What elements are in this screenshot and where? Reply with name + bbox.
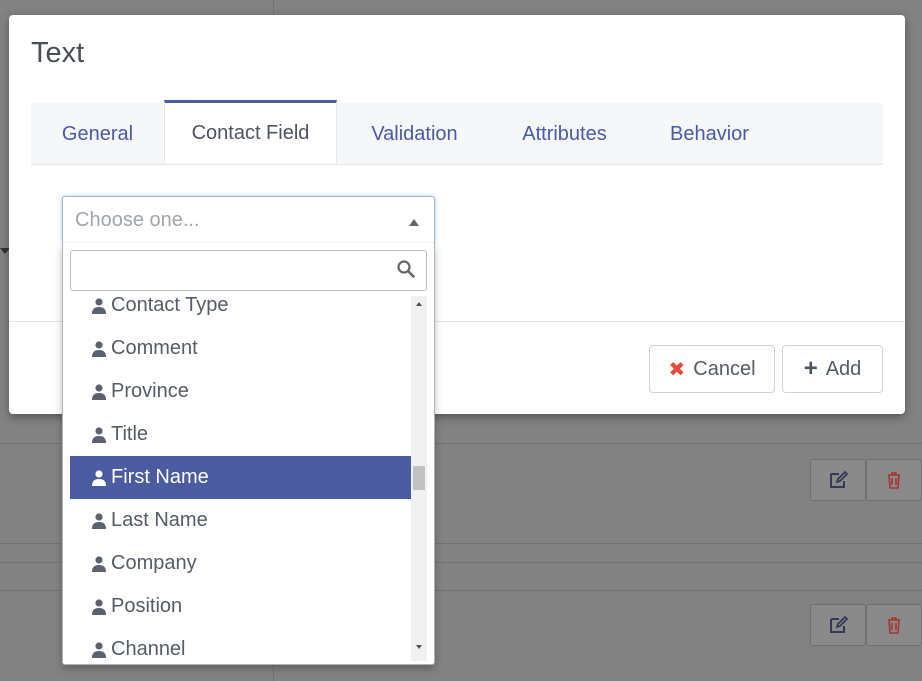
cancel-button-label: Cancel: [693, 357, 756, 380]
option-position[interactable]: Position: [70, 585, 411, 628]
caret-up-icon: [409, 219, 419, 226]
tab-bar: General Contact Field Validation Attribu…: [31, 100, 883, 165]
option-contact-type[interactable]: Contact Type: [70, 296, 411, 327]
option-last-name[interactable]: Last Name: [70, 499, 411, 542]
edit-icon: [830, 470, 848, 488]
add-button-label: Add: [825, 357, 862, 380]
user-icon: [92, 340, 106, 357]
option-label: Company: [111, 552, 197, 574]
user-icon: [92, 641, 106, 658]
user-icon: [92, 426, 106, 443]
edit-icon: [830, 615, 848, 633]
dropdown-search-input[interactable]: [70, 250, 427, 291]
option-company[interactable]: Company: [70, 542, 411, 585]
option-label: Province: [111, 380, 189, 402]
row-edit-button[interactable]: [810, 604, 866, 646]
add-button[interactable]: + Add: [782, 345, 883, 393]
search-icon: [397, 260, 415, 278]
tab-validation[interactable]: Validation: [337, 103, 492, 165]
row-delete-button[interactable]: [866, 459, 922, 501]
tab-attributes[interactable]: Attributes: [492, 103, 637, 165]
cancel-button[interactable]: ✖ Cancel: [649, 345, 775, 393]
user-icon: [92, 512, 106, 529]
tab-behavior[interactable]: Behavior: [637, 103, 782, 165]
scroll-down-icon[interactable]: [416, 645, 422, 649]
options-list: Contact Type Comment Province Title Firs…: [70, 296, 411, 661]
select-placeholder: Choose one...: [75, 208, 200, 231]
trash-icon: [888, 617, 900, 634]
user-icon: [92, 383, 106, 400]
scroll-up-icon[interactable]: [416, 302, 422, 306]
option-label: Last Name: [111, 509, 208, 531]
user-icon: [92, 555, 106, 572]
contact-field-select[interactable]: Choose one...: [62, 196, 435, 244]
modal-title: Text: [31, 37, 85, 69]
scroll-thumb[interactable]: [413, 466, 425, 490]
tab-general[interactable]: General: [31, 103, 164, 165]
option-label: Title: [111, 423, 149, 445]
option-title[interactable]: Title: [70, 413, 411, 456]
row-edit-button[interactable]: [810, 459, 866, 501]
option-label: Channel: [111, 638, 186, 660]
option-label: Comment: [111, 337, 198, 359]
option-first-name[interactable]: First Name: [70, 456, 411, 499]
dropdown-scrollbar[interactable]: [411, 296, 427, 661]
plus-icon: +: [803, 355, 818, 382]
tab-contact-field[interactable]: Contact Field: [164, 100, 337, 163]
user-icon: [92, 469, 106, 486]
option-label: Position: [111, 595, 183, 617]
user-icon: [92, 297, 106, 314]
option-province[interactable]: Province: [70, 370, 411, 413]
option-channel[interactable]: Channel: [70, 628, 411, 661]
option-label: Contact Type: [111, 296, 229, 316]
trash-icon: [888, 472, 900, 489]
select-dropdown: Contact Type Comment Province Title Firs…: [62, 243, 435, 665]
option-comment[interactable]: Comment: [70, 327, 411, 370]
close-icon: ✖: [668, 358, 686, 381]
row-delete-button[interactable]: [866, 604, 922, 646]
option-label: First Name: [111, 466, 209, 488]
user-icon: [92, 598, 106, 615]
